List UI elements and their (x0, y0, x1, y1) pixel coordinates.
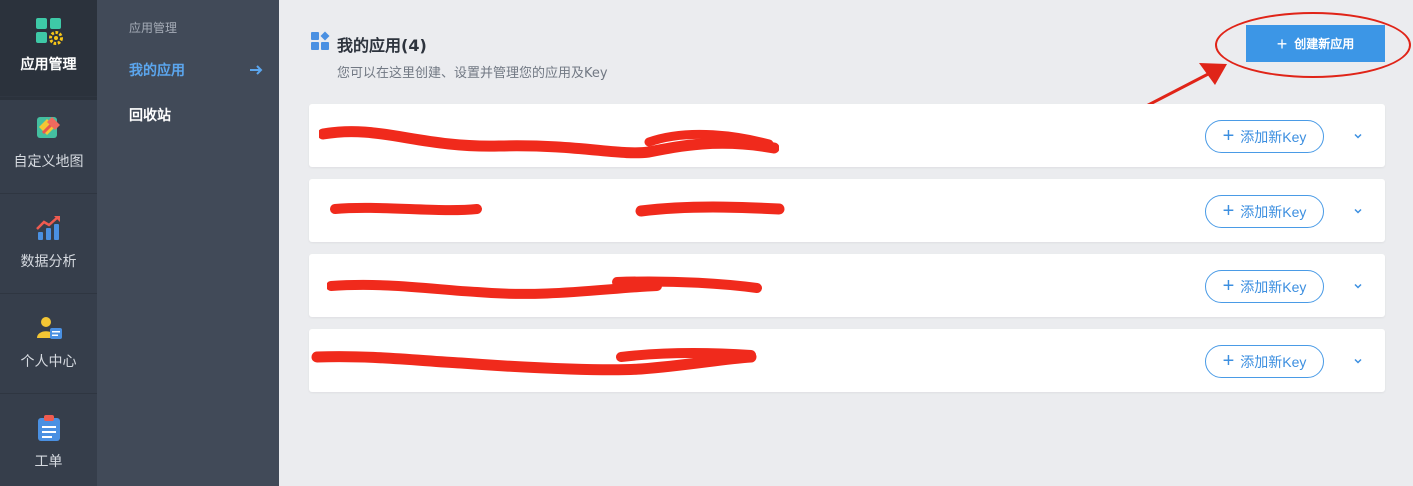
rail-item-label: 个人中心 (20, 354, 77, 370)
divider (0, 193, 97, 194)
add-key-label: 添加新Key (1240, 128, 1307, 145)
primary-rail: 应用管理 自定义地图 数据分析 个人中心 工单 (0, 0, 97, 486)
add-key-button[interactable]: + 添加新Key (1205, 345, 1324, 378)
divider (0, 393, 97, 394)
rail-item-work-order[interactable]: 工单 (0, 397, 97, 486)
divider (0, 293, 97, 294)
add-key-button[interactable]: + 添加新Key (1205, 195, 1324, 228)
data-analysis-icon (35, 216, 60, 240)
my-apps-icon (311, 31, 330, 50)
app-card: + 添加新Key (309, 104, 1385, 167)
custom-map-icon (36, 117, 60, 138)
secondary-sidebar: 应用管理 我的应用 回收站 (97, 0, 279, 486)
rail-item-label: 数据分析 (20, 254, 77, 270)
redaction-mark (327, 276, 762, 299)
redaction-mark (319, 126, 779, 159)
subnav-item-my-apps[interactable]: 我的应用 (129, 58, 264, 82)
create-app-label: 创建新应用 (1294, 37, 1355, 51)
rail-item-label: 自定义地图 (13, 154, 84, 170)
subnav-item-recycle-bin[interactable]: 回收站 (129, 103, 264, 127)
redaction-mark (330, 201, 785, 217)
chevron-down-icon[interactable] (1352, 355, 1364, 367)
add-key-label: 添加新Key (1240, 353, 1307, 370)
plus-icon: + (1222, 349, 1235, 372)
page-title: 我的应用(4) (337, 36, 427, 55)
redaction-mark (311, 348, 757, 376)
rail-item-label: 工单 (34, 454, 63, 470)
rail-item-label: 应用管理 (20, 57, 77, 73)
chevron-down-icon[interactable] (1352, 205, 1364, 217)
chevron-down-icon[interactable] (1352, 280, 1364, 292)
plus-icon: + (1222, 274, 1235, 297)
add-key-button[interactable]: + 添加新Key (1205, 120, 1324, 153)
add-key-label: 添加新Key (1240, 203, 1307, 220)
main-content: 我的应用(4) 您可以在这里创建、设置并管理您的应用及Key + 创建新应用 +… (279, 0, 1413, 486)
app-card: + 添加新Key (309, 179, 1385, 242)
plus-icon: + (1276, 33, 1288, 54)
rail-item-user-center[interactable]: 个人中心 (0, 297, 97, 397)
add-key-button[interactable]: + 添加新Key (1205, 270, 1324, 303)
user-center-icon (36, 317, 62, 339)
rail-item-data-analysis[interactable]: 数据分析 (0, 197, 97, 297)
subnav-title: 应用管理 (129, 21, 178, 35)
rail-item-app-management[interactable]: 应用管理 (0, 0, 97, 100)
app-card: + 添加新Key (309, 254, 1385, 317)
plus-icon: + (1222, 199, 1235, 222)
page-description: 您可以在这里创建、设置并管理您的应用及Key (337, 66, 608, 81)
add-key-label: 添加新Key (1240, 278, 1307, 295)
plus-icon: + (1222, 124, 1235, 147)
work-order-icon (37, 415, 60, 441)
apps-gear-icon (35, 18, 63, 45)
rail-item-custom-map[interactable]: 自定义地图 (0, 97, 97, 197)
chevron-down-icon[interactable] (1352, 130, 1364, 142)
arrow-right-icon (250, 65, 263, 75)
app-card: + 添加新Key (309, 329, 1385, 392)
subnav-item-label: 我的应用 (129, 63, 185, 79)
subnav-item-label: 回收站 (129, 108, 171, 124)
create-app-button[interactable]: + 创建新应用 (1246, 25, 1385, 62)
